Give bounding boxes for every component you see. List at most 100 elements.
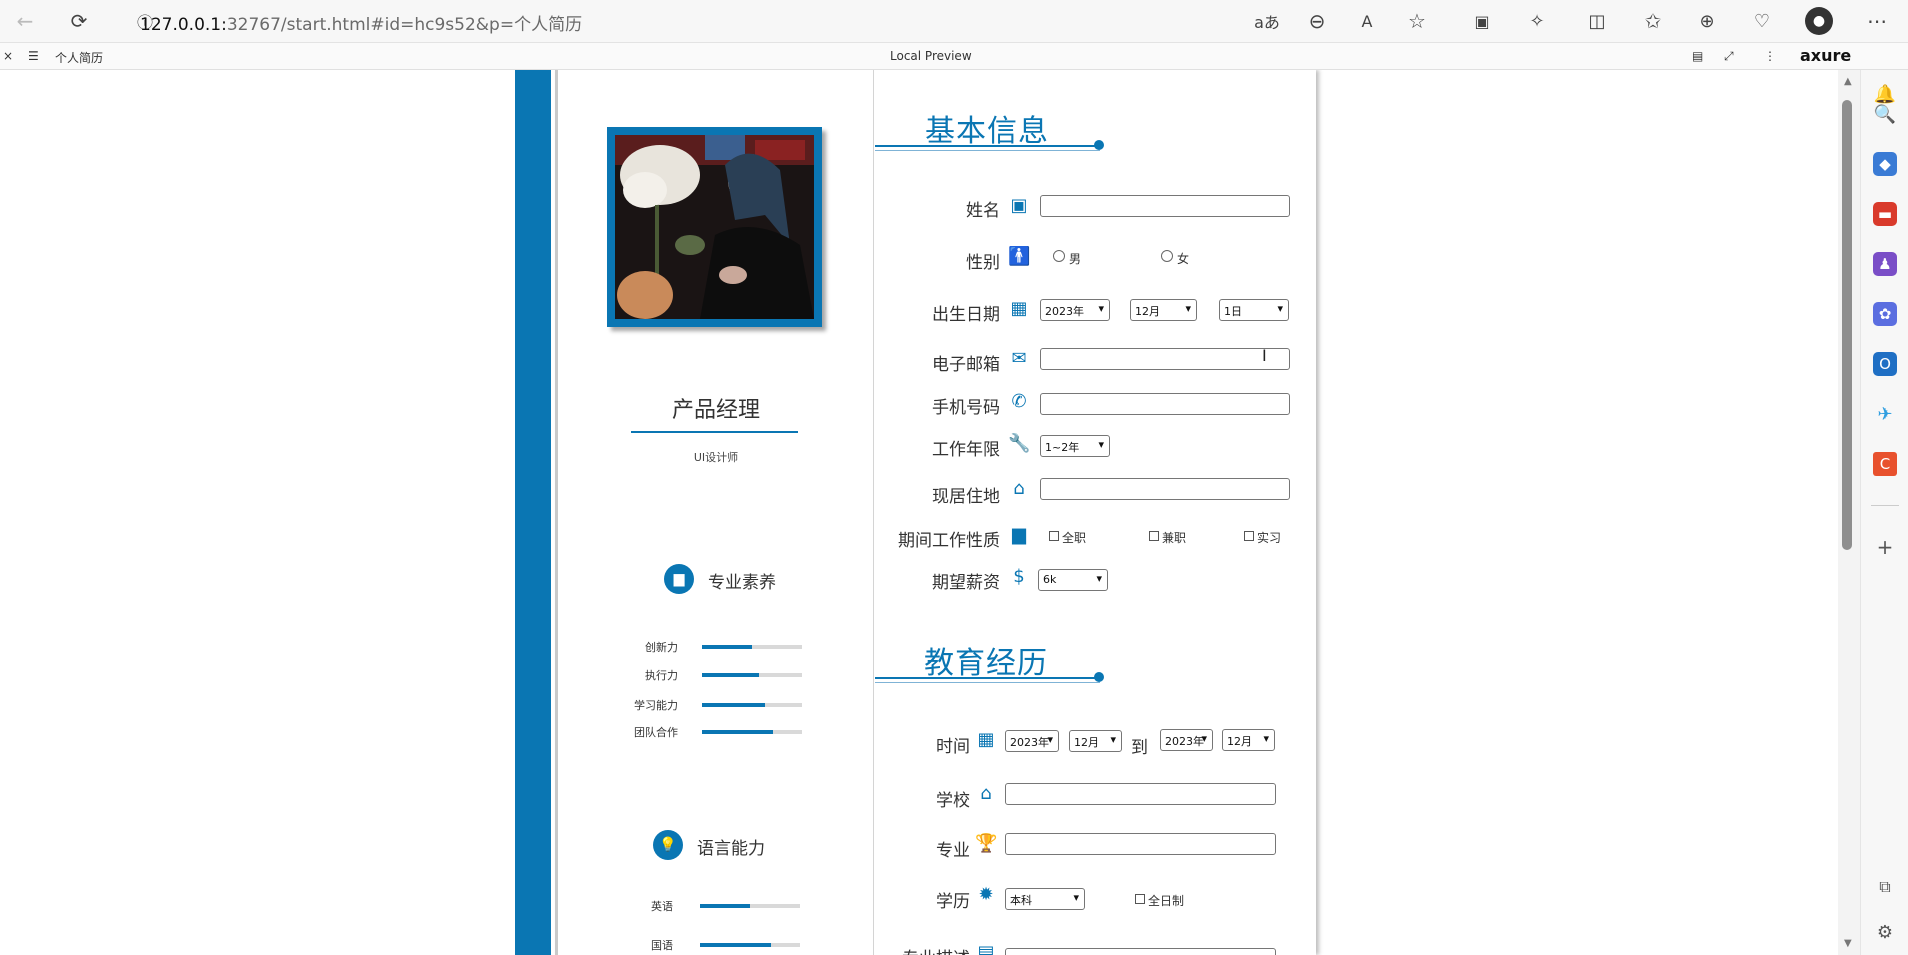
edu-to-year-value: 2023年	[1165, 735, 1204, 748]
axure-logo: axure	[1800, 46, 1852, 65]
extensions-icon[interactable]: ✧	[1520, 4, 1554, 38]
phone-icon: ✆	[1011, 391, 1027, 412]
address-input[interactable]	[1040, 478, 1290, 500]
favorites-icon[interactable]: ✩	[1636, 4, 1670, 38]
sitemap-menu-icon[interactable]: ☰	[28, 49, 39, 63]
name-input[interactable]	[1040, 195, 1290, 217]
person-icon: 🚹	[1008, 246, 1031, 267]
edu-from-year-select[interactable]: 2023年 ▾	[1005, 730, 1059, 752]
major-input[interactable]	[1005, 833, 1276, 855]
back-icon[interactable]: ←	[8, 4, 42, 38]
zoom-out-icon[interactable]: ⊖	[1300, 4, 1334, 38]
chevron-down-icon: ▾	[1096, 572, 1102, 585]
gender-male-label: 男	[1069, 252, 1082, 266]
lightbulb-icon: 💡	[653, 830, 683, 860]
language-bar	[700, 943, 800, 947]
scroll-down-icon[interactable]: ▼	[1844, 938, 1852, 949]
fulltime-label: 全日制	[1148, 894, 1185, 908]
chevron-down-icon: ▾	[1098, 438, 1104, 451]
games-icon[interactable]: ♟	[1873, 252, 1897, 276]
birth-month-value: 12月	[1135, 305, 1160, 318]
salary-select[interactable]: 6k ▾	[1038, 569, 1108, 591]
skill-bar	[702, 645, 802, 649]
edu-from-year-value: 2023年	[1010, 736, 1049, 749]
browser-essentials-icon[interactable]: ♡	[1745, 4, 1779, 38]
scroll-up-icon[interactable]: ▲	[1844, 76, 1852, 87]
sidebar-divider	[1871, 505, 1899, 506]
chevron-down-icon: ▾	[1073, 891, 1079, 904]
scrollbar-thumb[interactable]	[1842, 100, 1852, 550]
text-aa-icon[interactable]: A	[1350, 4, 1384, 38]
favorite-star-icon[interactable]: ☆	[1400, 4, 1434, 38]
profile-avatar-icon[interactable]: ●	[1805, 7, 1833, 35]
gender-female-radio[interactable]	[1161, 250, 1173, 262]
worktype-fulltime-label: 全职	[1062, 531, 1087, 545]
salary-label: 期望薪资	[932, 573, 1000, 593]
wrench-icon: 🔧	[1008, 433, 1031, 454]
tag-icon[interactable]: ◆	[1873, 152, 1897, 176]
calendar-icon: ▦	[1010, 298, 1028, 319]
job-title-underline	[631, 431, 798, 433]
major-description-label: 专业描述	[880, 944, 970, 955]
skill-bar	[702, 673, 802, 677]
settings-gear-icon[interactable]: ⚙	[1873, 920, 1897, 944]
heading-dot	[1094, 672, 1104, 682]
years-select[interactable]: 1~2年 ▾	[1040, 435, 1110, 457]
job-subtitle: UI设计师	[693, 451, 739, 464]
fit-icon[interactable]: ⤢	[1724, 49, 1734, 64]
screenshot-icon[interactable]: ⧉	[1873, 875, 1897, 899]
app-icon[interactable]: ▣	[1465, 4, 1499, 38]
birth-day-select[interactable]: 1日 ▾	[1219, 299, 1289, 321]
notes-icon[interactable]: ▤	[1692, 49, 1703, 63]
edu-to-year-select[interactable]: 2023年 ▾	[1160, 729, 1213, 751]
send-icon[interactable]: ✈	[1873, 402, 1897, 426]
degree-value: 本科	[1010, 894, 1032, 907]
outlook-icon[interactable]: O	[1873, 352, 1897, 376]
refresh-icon[interactable]: ⟳	[62, 4, 96, 38]
more-options-icon[interactable]: ⋮	[1764, 49, 1776, 63]
basic-info-heading: 基本信息	[925, 114, 1049, 149]
worktype-intern-checkbox[interactable]	[1244, 531, 1254, 541]
add-icon[interactable]: +	[1873, 535, 1897, 559]
phone-input[interactable]	[1040, 393, 1290, 415]
edu-from-month-select[interactable]: 12月 ▾	[1069, 730, 1122, 752]
page-name[interactable]: 个人简历	[55, 49, 103, 66]
toolbox-icon[interactable]: ▬	[1873, 202, 1897, 226]
major-label: 专业	[936, 841, 970, 861]
degree-select[interactable]: 本科 ▾	[1005, 888, 1085, 910]
salary-value: 6k	[1043, 573, 1057, 586]
more-menu-icon[interactable]: ⋯	[1860, 4, 1894, 38]
copilot-icon[interactable]: ✿	[1873, 302, 1897, 326]
birthdate-label: 出生日期	[932, 305, 1000, 325]
accent-bar	[515, 70, 551, 955]
email-input[interactable]	[1040, 348, 1290, 370]
gender-male-radio[interactable]	[1053, 250, 1065, 262]
birth-year-select[interactable]: 2023年 ▾	[1040, 299, 1110, 321]
search-icon[interactable]: 🔍	[1873, 102, 1897, 126]
worktype-fulltime-checkbox[interactable]	[1049, 531, 1059, 541]
close-icon[interactable]: ×	[3, 49, 13, 63]
heading-underline	[875, 677, 1100, 679]
fulltime-checkbox[interactable]	[1135, 894, 1145, 904]
major-description-input[interactable]	[1005, 948, 1276, 955]
worktype-parttime-checkbox[interactable]	[1149, 531, 1159, 541]
browser-toolbar: ← ⟳ ⓘ 127.0.0.1:32767/start.html#id=hc9s…	[0, 0, 1908, 43]
heading-underline-shadow	[875, 682, 1100, 683]
profile-photo	[607, 127, 822, 327]
home-icon: ⌂	[980, 783, 992, 804]
split-screen-icon[interactable]: ◫	[1580, 4, 1614, 38]
edu-to-month-value: 12月	[1227, 735, 1252, 748]
chevron-down-icon: ▾	[1185, 302, 1191, 315]
language-label: 国语	[651, 939, 673, 952]
trophy-icon: 🏆	[975, 833, 998, 854]
chevron-down-icon: ▾	[1047, 733, 1053, 746]
address-bar[interactable]: 127.0.0.1:32767/start.html#id=hc9s52&p=个…	[140, 10, 582, 35]
edu-to-month-select[interactable]: 12月 ▾	[1222, 729, 1275, 751]
contact-card-icon: ▣	[1010, 195, 1028, 216]
collections-icon[interactable]: ⊕	[1690, 4, 1724, 38]
school-input[interactable]	[1005, 783, 1276, 805]
read-aloud-icon[interactable]: aあ	[1250, 4, 1284, 38]
birth-month-select[interactable]: 12月 ▾	[1130, 299, 1197, 321]
c-app-icon[interactable]: C	[1873, 452, 1897, 476]
chevron-down-icon: ▾	[1277, 302, 1283, 315]
